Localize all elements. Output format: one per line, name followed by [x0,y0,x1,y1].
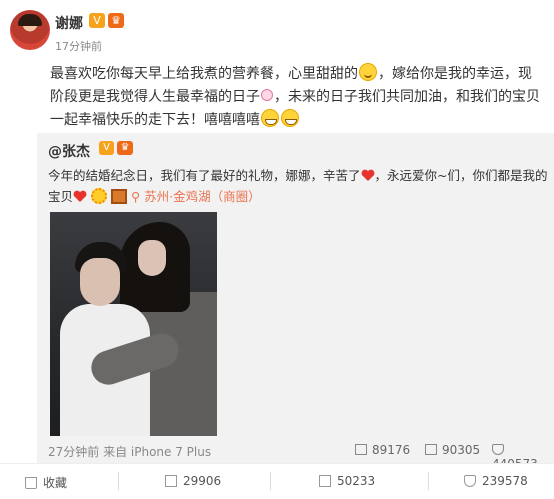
like-icon [464,475,476,487]
divider [428,472,429,490]
reposted-weibo: @张杰 V ♛ 今年的结婚纪念日，我们有了最好的礼物，娜娜，辛苦了 ，永远爱你~们… [37,133,554,471]
repost-comment-count[interactable]: 90305 [425,443,480,457]
location-icon: ⚲ [130,189,141,204]
repost-text: 今年的结婚纪念日，我们有了最好的礼物，娜娜，辛苦了 ，永远爱你~们，你们都是我的宝… [48,165,548,207]
weibo-post: 谢娜 V ♛ 17分钟前 最喜欢吃你每天早上给我煮的营养餐，心里甜甜的 ，嫁给你是… [0,0,554,499]
comment-count: 50233 [337,474,376,488]
repost-share-count[interactable]: 89176 [355,443,410,457]
comment-icon [319,475,331,487]
favorite-icon [25,477,37,489]
author-avatar[interactable] [10,10,50,50]
action-bar: 收藏 29906 50233 239578 [0,463,554,499]
post-photo[interactable] [50,212,217,436]
repost-share-value: 89176 [372,443,411,457]
like-icon [492,444,504,455]
flower-emoji-icon [261,89,273,101]
post-text-part: 最喜欢吃你每天早上给我煮的营养餐，心里甜甜的 [50,66,358,82]
post-text: 最喜欢吃你每天早上给我煮的营养餐，心里甜甜的 ，嫁给你是我的幸运，现阶段更是我觉得… [50,63,545,132]
repost-footer[interactable]: 27分钟前 来自 iPhone 7 Plus [48,443,211,460]
divider [118,472,119,490]
location-link[interactable]: 苏州·金鸡湖（商圈） [144,189,260,204]
heart-emoji-icon [361,169,374,181]
verified-icon: V [89,13,105,28]
vip-badge-icon[interactable]: ♛ [117,141,133,155]
divider [270,472,271,490]
like-count: 239578 [482,474,528,488]
repost-text-part: 今年的结婚纪念日，我们有了最好的礼物，娜娜，辛苦了 [48,168,361,183]
smile-emoji-icon [359,63,377,81]
vip-badge-icon[interactable]: ♛ [108,13,124,28]
share-icon [165,475,177,487]
verified-icon: V [99,141,114,155]
grin-emoji-icon [261,109,279,127]
post-time[interactable]: 17分钟前 [55,38,102,54]
comment-icon [425,444,437,455]
sun-emoji-icon [91,188,107,204]
photo-figure [80,258,120,306]
grin-emoji-icon [281,109,299,127]
gift-emoji-icon [110,189,127,204]
repost-author[interactable]: @张杰 [48,141,90,161]
favorite-label: 收藏 [43,476,68,490]
like-button[interactable]: 239578 [464,474,528,488]
share-button[interactable]: 29906 [165,474,221,488]
share-icon [355,444,367,455]
favorite-button[interactable]: 收藏 [25,474,67,491]
photo-figure [138,240,166,276]
author-name[interactable]: 谢娜 [55,13,83,33]
share-count: 29906 [183,474,222,488]
heart-emoji-icon [73,190,87,202]
comment-button[interactable]: 50233 [319,474,375,488]
repost-comment-value: 90305 [442,443,481,457]
